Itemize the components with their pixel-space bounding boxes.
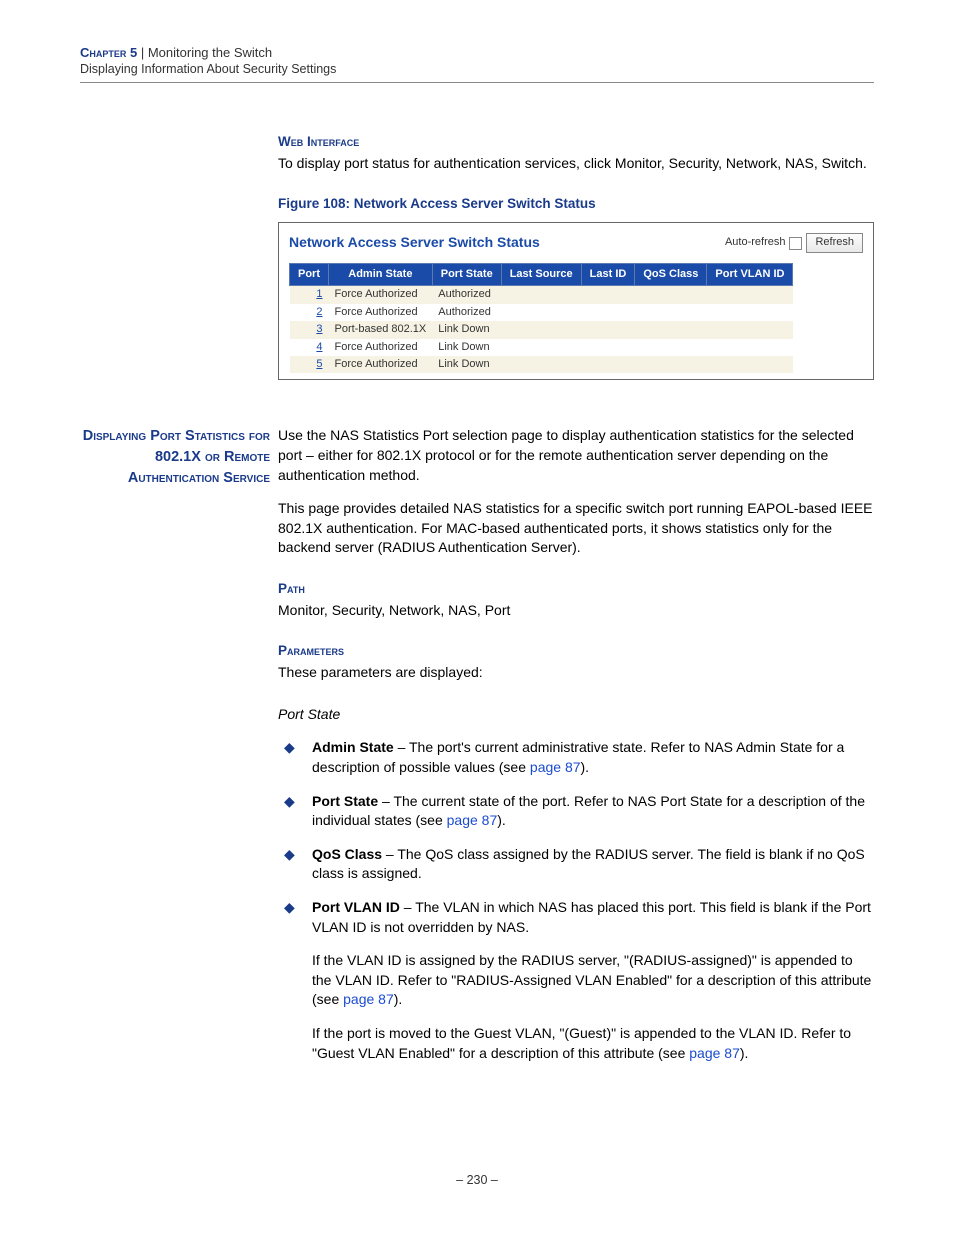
bullet-port-vlan-id: ◆ Port VLAN ID – The VLAN in which NAS h… [278, 898, 874, 1063]
cell-state: Link Down [432, 339, 501, 356]
page-link[interactable]: page 87 [689, 1045, 740, 1061]
text-end: ). [394, 991, 403, 1007]
term-qos-class: QoS Class [312, 846, 382, 862]
table-row: 3 Port-based 802.1X Link Down [290, 321, 793, 338]
table-row: 4 Force Authorized Link Down [290, 339, 793, 356]
cell-state: Authorized [432, 304, 501, 321]
col-admin-state: Admin State [329, 263, 433, 285]
table-row: 5 Force Authorized Link Down [290, 356, 793, 373]
col-last-source: Last Source [501, 263, 581, 285]
cell-qos [635, 356, 707, 373]
text-end: ). [740, 1045, 749, 1061]
table-row: 2 Force Authorized Authorized [290, 304, 793, 321]
term-port-vlan-id: Port VLAN ID [312, 899, 400, 915]
page-header: Chapter 5 | Monitoring the Switch [80, 45, 874, 60]
cell-pvid [707, 304, 793, 321]
term-port-state: Port State [312, 793, 378, 809]
diamond-icon: ◆ [278, 738, 312, 777]
page-link[interactable]: page 87 [530, 759, 581, 775]
web-interface-heading: Web Interface [278, 133, 874, 152]
col-last-id: Last ID [581, 263, 635, 285]
text: – The QoS class assigned by the RADIUS s… [312, 846, 865, 882]
term-admin-state: Admin State [312, 739, 394, 755]
header-sep: | [137, 45, 148, 60]
cell-ls [501, 356, 581, 373]
port-link[interactable]: 1 [290, 286, 329, 304]
cell-lid [581, 304, 635, 321]
figure-caption: Figure 108: Network Access Server Switch… [278, 195, 874, 214]
diamond-icon: ◆ [278, 845, 312, 884]
col-port: Port [290, 263, 329, 285]
cell-lid [581, 356, 635, 373]
cell-lid [581, 339, 635, 356]
section-side-heading: Displaying Port Statistics for 802.1X or… [80, 426, 270, 489]
cell-qos [635, 339, 707, 356]
bullet-qos-class: ◆ QoS Class – The QoS class assigned by … [278, 845, 874, 884]
text: – The current state of the port. Refer t… [312, 793, 865, 829]
diamond-icon: ◆ [278, 898, 312, 1063]
cell-admin: Force Authorized [329, 304, 433, 321]
nas-status-table: Port Admin State Port State Last Source … [289, 263, 793, 373]
table-header-row: Port Admin State Port State Last Source … [290, 263, 793, 285]
header-subtitle: Displaying Information About Security Se… [80, 62, 874, 76]
cell-admin: Force Authorized [329, 339, 433, 356]
page-link[interactable]: page 87 [343, 991, 394, 1007]
web-interface-text: To display port status for authenticatio… [278, 154, 874, 174]
cell-lid [581, 286, 635, 304]
cell-qos [635, 304, 707, 321]
cell-ls [501, 286, 581, 304]
header-rule [80, 82, 874, 83]
cell-state: Link Down [432, 321, 501, 338]
table-row: 1 Force Authorized Authorized [290, 286, 793, 304]
refresh-button[interactable]: Refresh [806, 233, 863, 252]
parameters-text: These parameters are displayed: [278, 663, 874, 683]
cell-state: Authorized [432, 286, 501, 304]
port-state-subhead: Port State [278, 705, 874, 725]
auto-refresh-checkbox[interactable] [789, 237, 802, 250]
page-number: – 230 – [0, 1173, 954, 1187]
col-port-vlan-id: Port VLAN ID [707, 263, 793, 285]
path-heading: Path [278, 580, 874, 599]
cell-pvid [707, 339, 793, 356]
cell-pvid [707, 356, 793, 373]
parameters-heading: Parameters [278, 642, 874, 661]
cell-ls [501, 304, 581, 321]
cell-pvid [707, 286, 793, 304]
cell-ls [501, 321, 581, 338]
diamond-icon: ◆ [278, 792, 312, 831]
cell-pvid [707, 321, 793, 338]
text: If the port is moved to the Guest VLAN, … [312, 1025, 851, 1061]
cell-admin: Force Authorized [329, 286, 433, 304]
chapter-label: Chapter 5 [80, 45, 137, 60]
cell-admin: Port-based 802.1X [329, 321, 433, 338]
col-qos-class: QoS Class [635, 263, 707, 285]
section2-p2: This page provides detailed NAS statisti… [278, 499, 874, 558]
port-link[interactable]: 3 [290, 321, 329, 338]
cell-qos [635, 321, 707, 338]
auto-refresh-label: Auto-refresh [725, 235, 786, 250]
cell-ls [501, 339, 581, 356]
port-link[interactable]: 4 [290, 339, 329, 356]
cell-lid [581, 321, 635, 338]
cell-state: Link Down [432, 356, 501, 373]
page-link[interactable]: page 87 [447, 812, 498, 828]
text-end: ). [581, 759, 590, 775]
bullet-port-state: ◆ Port State – The current state of the … [278, 792, 874, 831]
port-link[interactable]: 2 [290, 304, 329, 321]
header-title: Monitoring the Switch [148, 45, 272, 60]
bullet-admin-state: ◆ Admin State – The port's current admin… [278, 738, 874, 777]
cell-qos [635, 286, 707, 304]
section2-p1: Use the NAS Statistics Port selection pa… [278, 426, 874, 485]
port-link[interactable]: 5 [290, 356, 329, 373]
path-text: Monitor, Security, Network, NAS, Port [278, 601, 874, 621]
col-port-state: Port State [432, 263, 501, 285]
screenshot-title: Network Access Server Switch Status [289, 233, 540, 253]
cell-admin: Force Authorized [329, 356, 433, 373]
text-end: ). [497, 812, 506, 828]
nas-switch-status-screenshot: Network Access Server Switch Status Auto… [278, 222, 874, 380]
